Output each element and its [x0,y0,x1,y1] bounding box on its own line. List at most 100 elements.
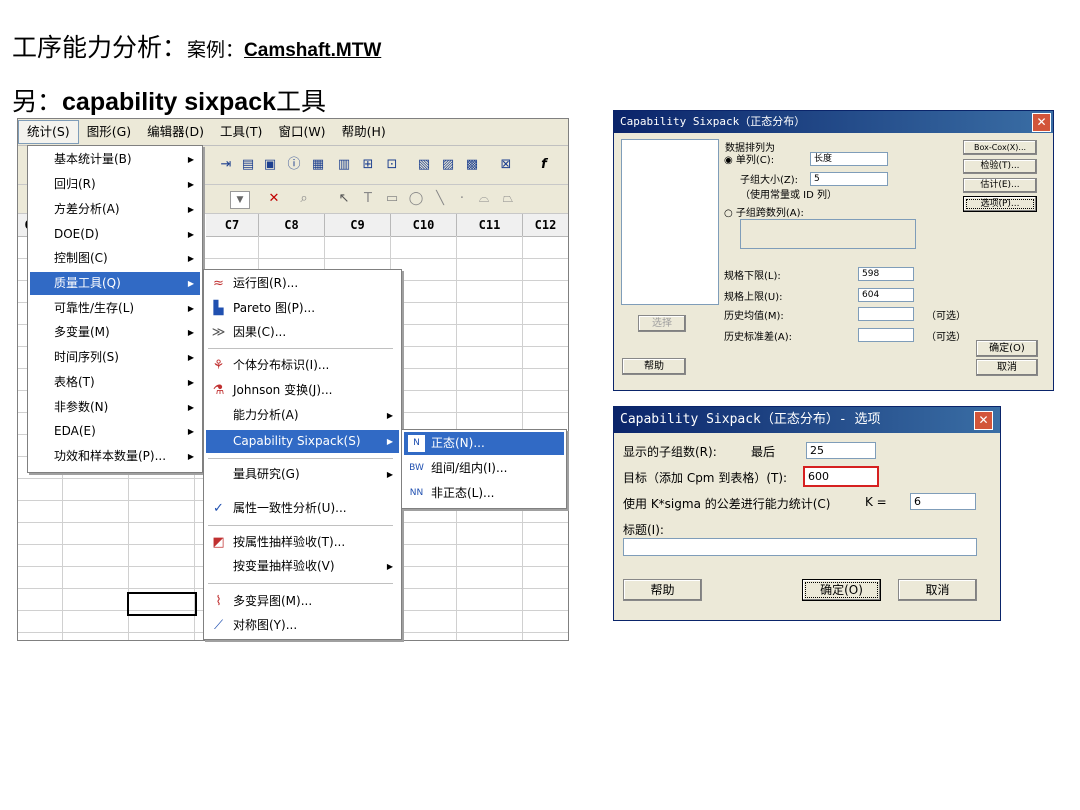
usl-input[interactable]: 604 [858,288,914,302]
close-icon[interactable]: ✕ [1032,113,1051,132]
active-cell[interactable] [127,592,197,616]
menu-item-doe[interactable]: DOE(D) ▶ [30,223,200,246]
text-tool-icon[interactable]: T [360,191,376,207]
worksheet-icon[interactable]: ▣ [262,157,278,173]
menu-item-tables[interactable]: 表格(T) ▶ [30,371,200,394]
ellipse-icon[interactable]: ◯ [408,191,424,207]
menu-item-variable-sampling[interactable]: 按变量抽样验收(V) ▶ [206,555,399,578]
menu-item-run-chart[interactable]: ≈ 运行图(R)... [206,272,399,295]
lsl-input[interactable]: 598 [858,267,914,281]
menu-item-nonparametrics[interactable]: 非参数(N) ▶ [30,396,200,419]
menu-item-sixpack-between-within[interactable]: BW 组间/组内(I)... [404,457,564,480]
session-icon[interactable]: ▤ [240,157,256,173]
tests-button[interactable]: 检验(T)... [963,159,1037,174]
point-icon[interactable]: · [454,191,470,207]
cancel-button[interactable]: 取消 [976,359,1038,376]
hist-mean-input[interactable] [858,307,914,321]
menu-graph[interactable]: 图形(G) [79,121,139,143]
help-button[interactable]: 帮助 [623,579,702,601]
column-list[interactable] [621,139,719,305]
menu-window[interactable]: 窗口(W) [270,121,333,143]
help-button[interactable]: 帮助 [622,358,686,375]
menu-item-reliability[interactable]: 可靠性/生存(L) ▶ [30,297,200,320]
check-x-icon: ✓ [213,501,224,516]
menu-item-control-charts[interactable]: 控制图(C) ▶ [30,247,200,270]
cancel-button[interactable]: 取消 [898,579,977,601]
select-button[interactable]: 选择 [638,315,686,332]
menu-item-multivariate[interactable]: 多变量(M) ▶ [30,321,200,344]
tile-vertical-icon[interactable]: ▨ [440,157,456,173]
heading-text: 工序能力分析： [12,33,188,62]
graph-folder-icon[interactable]: ⊡ [384,157,400,173]
k-input[interactable]: 6 [910,493,976,510]
delete-graph-icon[interactable]: ⊠ [498,157,514,173]
line-icon[interactable]: ╲ [432,191,448,207]
title-input[interactable] [623,538,977,556]
dropdown-icon[interactable]: ▼ [230,191,250,209]
report-icon[interactable]: ▥ [336,157,352,173]
close-icon[interactable]: ✕ [974,411,993,430]
single-column-radio[interactable]: ◉ 单列(C): [724,151,774,166]
menu-item-pareto[interactable]: ▙ Pareto 图(P)... [206,297,399,320]
single-column-input[interactable]: 长度 [810,152,888,166]
menu-item-time-series[interactable]: 时间序列(S) ▶ [30,346,200,369]
tile-horizontal-icon[interactable]: ▩ [464,157,480,173]
subgroup-across-input[interactable] [740,219,916,249]
info-icon[interactable]: ⓘ [286,157,302,173]
target-input[interactable]: 600 [803,466,879,487]
menu-item-sixpack-normal[interactable]: N 正态(N)... [404,432,564,455]
menu-item-attribute-sampling[interactable]: ◩ 按属性抽样验收(T)... [206,531,399,554]
submenu-arrow-icon: ▶ [187,378,194,387]
menu-item-quality-tools[interactable]: 质量工具(Q) ▶ [30,272,200,295]
menu-item-basic-stats[interactable]: 基本统计量(B) ▶ [30,148,200,171]
menu-separator [208,525,393,526]
hist-sd-input[interactable] [858,328,914,342]
function-icon[interactable]: f [536,157,552,173]
zoom-icon[interactable]: ⌕ [296,191,312,207]
menu-item-regression[interactable]: 回归(R) ▶ [30,173,200,196]
menu-item-anova[interactable]: 方差分析(A) ▶ [30,198,200,221]
insert-icon[interactable]: ⇥ [218,157,234,173]
menu-item-gage-study[interactable]: 量具研究(G) ▶ [206,463,399,486]
delete-icon[interactable]: ✕ [266,191,282,207]
menu-help[interactable]: 帮助(H) [334,121,394,143]
polyline-icon[interactable]: ⏢ [500,191,516,207]
column-header[interactable]: C9 [325,214,391,237]
rectangle-icon[interactable]: ▭ [384,191,400,207]
column-header[interactable]: C12 [523,214,568,237]
subgroup-across-radio[interactable]: ○ 子组跨数列(A): [724,204,804,219]
menu-item-symmetry-plot[interactable]: ⟋ 对称图(Y)... [206,614,399,637]
menu-tools[interactable]: 工具(T) [212,121,270,143]
menu-item-capability-sixpack[interactable]: Capability Sixpack(S) ▶ [206,430,399,453]
menu-editor[interactable]: 编辑器(D) [139,121,212,143]
column-header[interactable]: C11 [457,214,523,237]
menu-stat[interactable]: 统计(S) [18,120,79,144]
tile-icon[interactable]: ▧ [416,157,432,173]
submenu-arrow-icon: ▶ [187,205,194,214]
options-button[interactable]: 选项(P)... [963,196,1037,212]
ok-button[interactable]: 确定(O) [802,579,881,601]
menu-item-capability-analysis[interactable]: 能力分析(A) ▶ [206,404,399,427]
menu-item-sixpack-nonnormal[interactable]: NN 非正态(L)... [404,482,564,505]
last-subgroups-input[interactable]: 25 [806,442,876,459]
history-icon[interactable]: ▦ [310,157,326,173]
menu-item-johnson-transform[interactable]: ⚗ Johnson 变换(J)... [206,379,399,402]
menu-item-multi-vari[interactable]: ⌇ 多变异图(M)... [206,590,399,613]
estimate-button[interactable]: 估计(E)... [963,178,1037,193]
column-header[interactable]: C8 [259,214,325,237]
subgroup-size-input[interactable]: 5 [810,172,888,186]
polygon-icon[interactable]: ⌓ [476,191,492,207]
pointer-icon[interactable]: ↖ [336,191,352,207]
menu-item-attribute-agreement[interactable]: ✓ 属性一致性分析(U)... [206,497,399,520]
title-label: 标题(I): [623,523,664,537]
column-header[interactable]: C10 [391,214,457,237]
menu-item-eda[interactable]: EDA(E) ▶ [30,420,200,443]
column-header[interactable]: C7 [206,214,259,237]
menu-item-cause-effect[interactable]: ≫ 因果(C)... [206,321,399,344]
ok-button[interactable]: 确定(O) [976,340,1038,357]
menu-item-individual-distribution[interactable]: ⚘ 个体分布标识(I)... [206,354,399,377]
menu-item-power-sample-size[interactable]: 功效和样本数量(P)... ▶ [30,445,200,468]
multi-vari-icon: ⌇ [215,594,222,609]
project-icon[interactable]: ⊞ [360,157,376,173]
boxcox-button[interactable]: Box-Cox(X)... [963,140,1037,155]
